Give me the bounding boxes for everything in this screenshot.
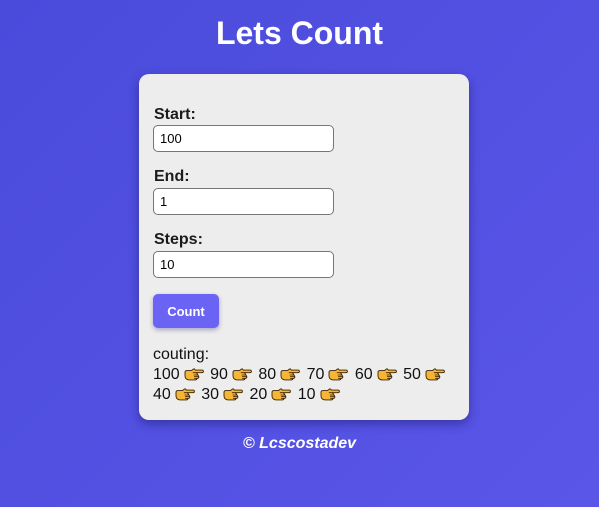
count-number: 10 [297, 386, 316, 403]
count-number: 80 [258, 366, 277, 383]
count-number: 70 [306, 366, 325, 383]
steps-label: Steps: [154, 231, 203, 248]
count-number: 90 [210, 366, 228, 383]
count-number: 50 [403, 366, 421, 383]
pointing-hand-icon [184, 367, 204, 381]
count-result: couting: 100 90 80 70 60 50 40 30 20 10 [153, 345, 458, 405]
count-form-card: Start: End: Steps: Count couting: 100 90… [139, 74, 469, 420]
count-button[interactable]: Count [153, 294, 219, 328]
count-value: 80 [258, 366, 302, 383]
pointing-hand-icon [328, 367, 349, 381]
pointing-hand-icon [232, 367, 252, 381]
start-input[interactable] [153, 125, 334, 152]
count-number: 40 [153, 386, 171, 403]
count-number: 60 [354, 366, 373, 383]
count-value: 20 [250, 386, 294, 403]
pointing-hand-icon [271, 387, 292, 401]
pointing-hand-icon [175, 387, 195, 401]
count-number: 20 [249, 386, 268, 403]
count-value: 100 [153, 366, 206, 383]
count-value: 60 [355, 366, 399, 383]
count-number: 100 [153, 366, 180, 383]
pointing-hand-icon [377, 367, 397, 381]
start-label: Start: [154, 106, 196, 123]
pointing-hand-icon [280, 367, 301, 381]
count-value: 40 [153, 386, 197, 403]
count-value: 10 [298, 386, 342, 403]
result-label: couting: [153, 346, 210, 363]
steps-input[interactable] [153, 251, 334, 278]
footer-credit: © Lcscostadev [242, 435, 357, 452]
count-value: 90 [210, 366, 254, 383]
page-title: Lets Count [215, 15, 384, 51]
count-value: 50 [403, 366, 447, 383]
count-value: 30 [201, 386, 245, 403]
count-number: 30 [201, 386, 220, 403]
end-label: End: [154, 168, 190, 185]
end-input[interactable] [153, 188, 334, 215]
pointing-hand-icon [223, 387, 243, 401]
pointing-hand-icon [425, 367, 445, 381]
count-value: 70 [307, 366, 351, 383]
pointing-hand-icon [320, 387, 340, 401]
result-sequence: 100 90 80 70 60 50 40 30 20 10 [153, 365, 458, 405]
